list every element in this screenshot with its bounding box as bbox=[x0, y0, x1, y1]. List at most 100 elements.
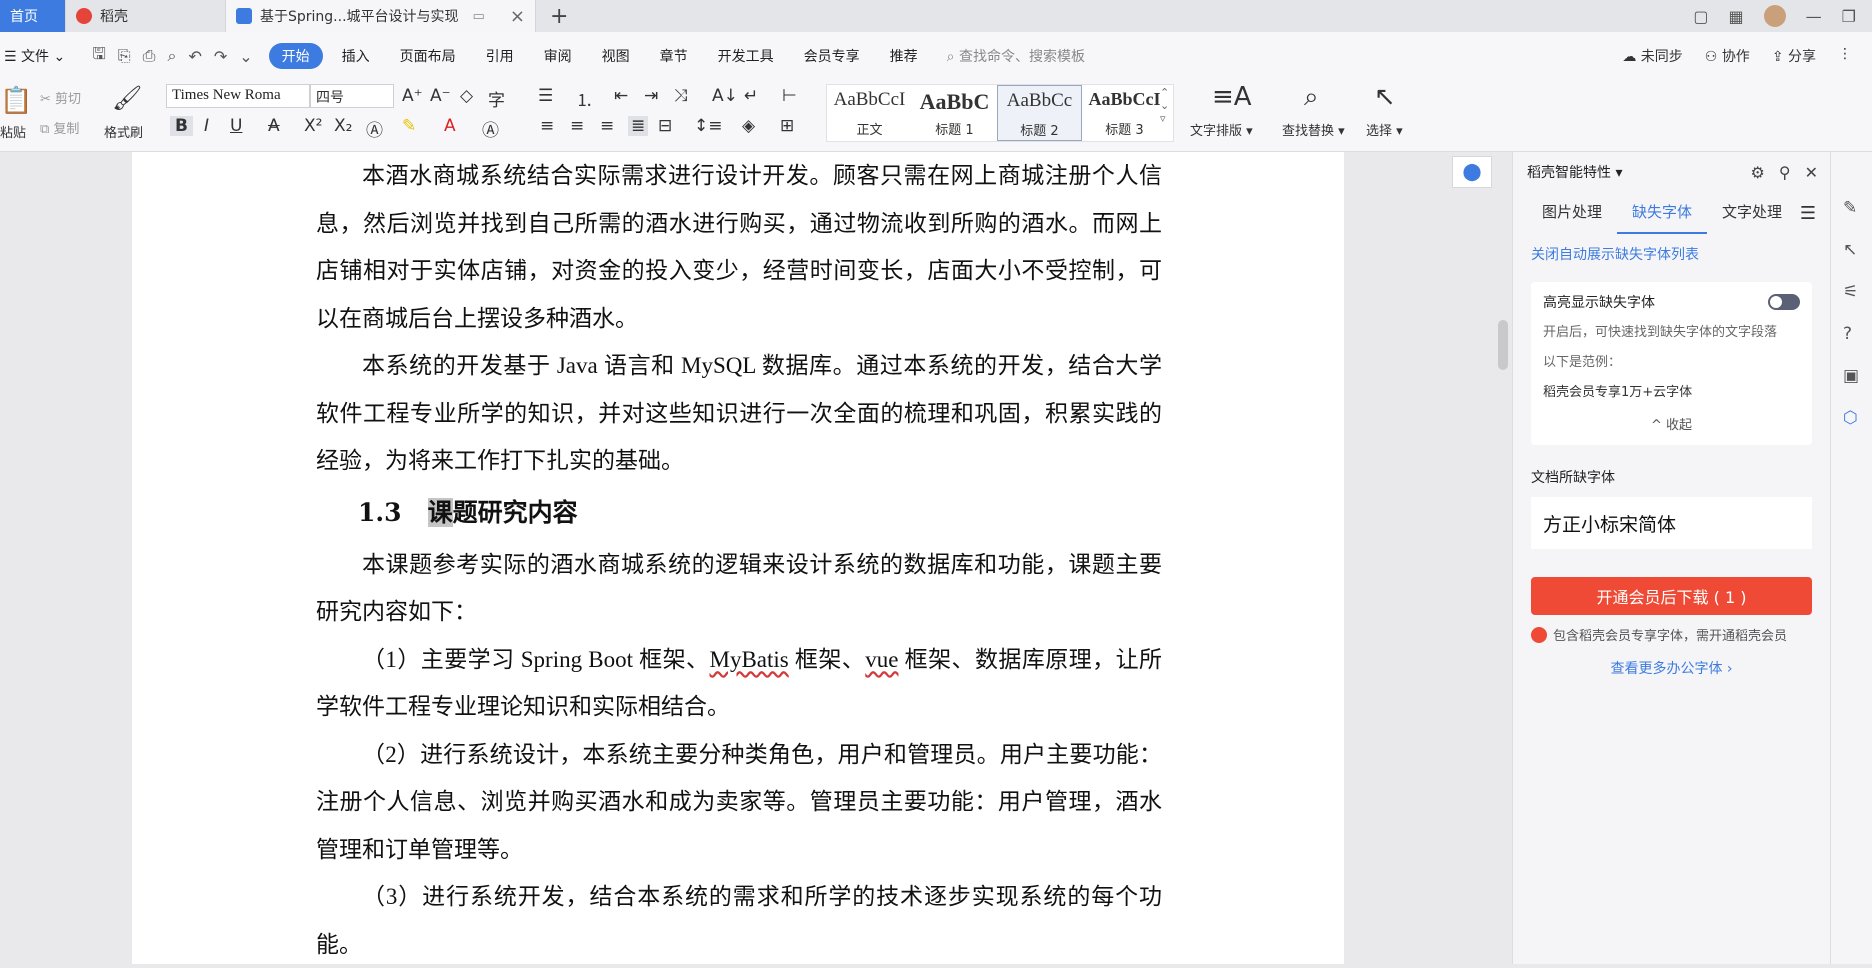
menu-developer[interactable]: 开发工具 bbox=[703, 46, 789, 66]
redo-icon[interactable]: ↷ bbox=[214, 47, 227, 66]
line-spacing-icon[interactable]: ↕≡ bbox=[694, 116, 723, 136]
edit-pen-icon[interactable]: ✎ bbox=[1843, 198, 1857, 218]
phonetic-icon[interactable]: 字 bbox=[488, 86, 505, 111]
font-color-icon[interactable]: A bbox=[444, 116, 456, 136]
page-count-icon[interactable]: ▢ bbox=[1693, 7, 1708, 26]
tab-missing-fonts[interactable]: 缺失字体 bbox=[1617, 192, 1708, 234]
style-heading-3[interactable]: AaBbCcI 标题 3 bbox=[1082, 85, 1167, 141]
gear-icon[interactable]: ⚙ bbox=[1751, 163, 1765, 182]
align-left-icon[interactable]: ≡ bbox=[540, 116, 554, 136]
collaborate-button[interactable]: ⚇ 协作 bbox=[1705, 46, 1750, 66]
panel-title[interactable]: 稻壳智能特性 ▾ bbox=[1527, 162, 1622, 182]
paragraph[interactable]: 本系统的开发基于 Java 语言和 MySQL 数据库。通过本系统的开发，结合大… bbox=[316, 342, 1162, 485]
close-icon[interactable]: × bbox=[510, 6, 525, 27]
section-heading[interactable]: 1.3 课题研究内容 bbox=[316, 485, 1162, 541]
sort-icon[interactable]: A↓ bbox=[712, 86, 738, 106]
menu-view[interactable]: 视图 bbox=[587, 46, 645, 66]
menu-recommend[interactable]: 推荐 bbox=[875, 46, 933, 66]
format-painter-icon[interactable]: 🖌 bbox=[112, 84, 142, 112]
font-shrink-icon[interactable]: A⁻ bbox=[430, 86, 451, 106]
style-heading-1[interactable]: AaBbC 标题 1 bbox=[912, 85, 997, 141]
grid-icon[interactable]: ▦ bbox=[1729, 7, 1744, 26]
menu-icon[interactable]: ☰ bbox=[1800, 203, 1816, 224]
style-normal[interactable]: AaBbCcI 正文 bbox=[827, 85, 912, 141]
align-center-icon[interactable]: ≡ bbox=[570, 116, 584, 136]
cut-button[interactable]: ✂ 剪切 bbox=[40, 88, 81, 107]
vertical-scrollbar[interactable] bbox=[1496, 152, 1510, 964]
tab-image-processing[interactable]: 图片处理 bbox=[1527, 192, 1617, 234]
tab-daoke[interactable]: 稻壳 bbox=[66, 0, 226, 32]
font-size-select[interactable]: 四号 bbox=[310, 84, 394, 108]
command-search[interactable]: ⌕ 查找命令、搜索模板 bbox=[947, 46, 1085, 66]
file-menu[interactable]: ☰ 文件 ⌄ bbox=[0, 46, 80, 66]
chinese-layout-icon[interactable]: ⤨ bbox=[674, 86, 688, 106]
subscript-button[interactable]: X₂ bbox=[334, 116, 352, 136]
document-page[interactable]: 本酒水商城系统结合实际需求进行设计开发。顾客只需在网上商城注册个人信息，然后浏览… bbox=[132, 152, 1344, 964]
highlight-toggle[interactable] bbox=[1768, 294, 1800, 310]
paste-label[interactable]: 粘贴 bbox=[0, 122, 26, 141]
tab-float-icon[interactable]: ▭ bbox=[473, 9, 485, 24]
find-replace-label[interactable]: 查找替换 ▾ bbox=[1282, 120, 1345, 139]
restore-icon[interactable]: ❐ bbox=[1842, 7, 1856, 26]
new-tab-plus-icon[interactable]: + bbox=[536, 0, 582, 32]
strikethrough-button[interactable]: A bbox=[268, 116, 280, 136]
undo-icon[interactable]: ↶ bbox=[188, 47, 201, 66]
format-painter-label[interactable]: 格式刷 bbox=[104, 122, 143, 141]
underline-button[interactable]: U bbox=[230, 116, 242, 136]
missing-font-item[interactable]: 方正小标宋简体 bbox=[1531, 497, 1812, 549]
show-marks-icon[interactable]: ↵ bbox=[744, 86, 758, 106]
chevron-down-icon[interactable]: ⌄ bbox=[239, 47, 252, 66]
cursor-icon[interactable]: ↖ bbox=[1843, 240, 1857, 260]
more-icon[interactable]: ⋮ bbox=[1838, 46, 1852, 66]
menu-review[interactable]: 审阅 bbox=[529, 46, 587, 66]
share-button[interactable]: ⇪ 分享 bbox=[1772, 46, 1816, 66]
select-label[interactable]: 选择 ▾ bbox=[1366, 120, 1403, 139]
help-icon[interactable]: ? bbox=[1843, 324, 1852, 344]
paragraph[interactable]: 本课题参考实际的酒水商城系统的逻辑来设计系统的数据库和功能，课题主要研究内容如下… bbox=[316, 541, 1162, 636]
tab-document[interactable]: 基于Spring...城平台设计与实现 ▭ × bbox=[226, 0, 536, 32]
justify-icon[interactable]: ≣ bbox=[628, 116, 649, 136]
menu-chapter[interactable]: 章节 bbox=[645, 46, 703, 66]
download-button[interactable]: 开通会员后下载 ( 1 ) bbox=[1531, 577, 1812, 615]
distribute-icon[interactable]: ⊟ bbox=[658, 116, 672, 136]
minimize-icon[interactable]: — bbox=[1806, 7, 1822, 26]
paragraph[interactable]: 本酒水商城系统结合实际需求进行设计开发。顾客只需在网上商城注册个人信息，然后浏览… bbox=[316, 152, 1162, 342]
more-fonts-link[interactable]: 查看更多办公字体 › bbox=[1513, 644, 1830, 678]
text-effect-icon[interactable]: Ⓐ bbox=[366, 116, 383, 141]
export-pdf-icon[interactable]: ⎘ bbox=[118, 46, 131, 66]
paragraph[interactable]: （2）进行系统设计，本系统主要分种类角色，用户和管理员。用户主要功能：注册个人信… bbox=[316, 731, 1162, 874]
paste-icon[interactable]: 📋 bbox=[0, 86, 32, 116]
italic-button[interactable]: I bbox=[204, 116, 209, 136]
paragraph[interactable]: （1）主要学习 Spring Boot 框架、MyBatis 框架、vue 框架… bbox=[316, 636, 1162, 731]
bullet-list-icon[interactable]: ☰ bbox=[538, 86, 553, 106]
style-scroll-icon[interactable]: ⌃ ⌄ ▿ bbox=[1160, 86, 1169, 125]
save-icon[interactable]: 🖫 bbox=[92, 43, 106, 70]
font-grow-icon[interactable]: A⁺ bbox=[402, 86, 423, 106]
borders-icon[interactable]: ⊞ bbox=[780, 116, 794, 136]
text-layout-icon[interactable]: ≡A bbox=[1212, 82, 1252, 112]
document-body[interactable]: 本酒水商城系统结合实际需求进行设计开发。顾客只需在网上商城注册个人信息，然后浏览… bbox=[316, 152, 1162, 968]
decrease-indent-icon[interactable]: ⇤ bbox=[614, 86, 628, 106]
print-icon[interactable]: ⎙ bbox=[143, 46, 156, 66]
text-layout-label[interactable]: 文字排版 ▾ bbox=[1190, 120, 1253, 139]
close-icon[interactable]: ✕ bbox=[1805, 163, 1818, 182]
tab-home[interactable]: 首页 bbox=[0, 0, 66, 32]
smart-feature-icon[interactable]: ⬡ bbox=[1843, 408, 1858, 428]
clear-format-icon[interactable]: ◇ bbox=[460, 86, 473, 106]
select-cursor-icon[interactable]: ↖ bbox=[1374, 82, 1396, 112]
shading-icon[interactable]: ◈ bbox=[742, 116, 755, 136]
increase-indent-icon[interactable]: ⇥ bbox=[644, 86, 658, 106]
menu-member[interactable]: 会员专享 bbox=[789, 46, 875, 66]
location-pin-icon[interactable]: ⬤ bbox=[1452, 156, 1492, 188]
find-icon[interactable]: ⌕ bbox=[1304, 82, 1319, 113]
print-preview-icon[interactable]: ⌕ bbox=[167, 46, 176, 66]
collapse-button[interactable]: ^ 收起 bbox=[1543, 408, 1800, 435]
menu-layout[interactable]: 页面布局 bbox=[385, 46, 471, 66]
menu-start[interactable]: 开始 bbox=[268, 43, 323, 69]
sync-status[interactable]: ☁ 未同步 bbox=[1622, 46, 1682, 66]
tab-text-processing[interactable]: 文字处理 bbox=[1707, 192, 1797, 234]
style-heading-2[interactable]: AaBbCc 标题 2 bbox=[997, 85, 1082, 141]
align-right-icon[interactable]: ≡ bbox=[600, 116, 614, 136]
bold-button[interactable]: B bbox=[170, 116, 193, 136]
paragraph[interactable]: （3）进行系统开发，结合本系统的需求和所学的技术逐步实现系统的每个功能。 bbox=[316, 873, 1162, 968]
